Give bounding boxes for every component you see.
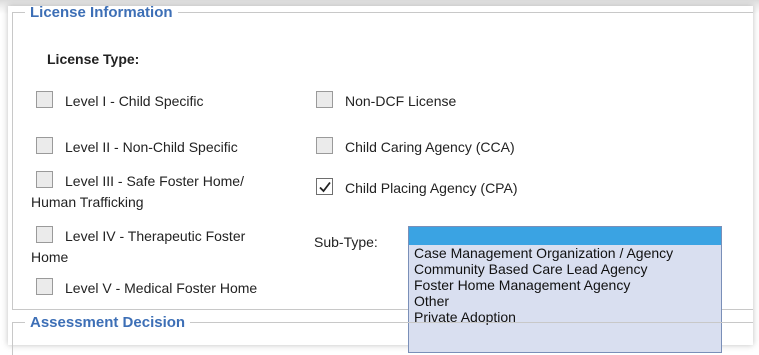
level-3-checkbox[interactable] <box>36 171 53 188</box>
level-5-label: Level V - Medical Foster Home <box>65 280 258 296</box>
subtype-option[interactable]: Community Based Care Lead Agency <box>409 261 721 277</box>
level-2-label: Level II - Non-Child Specific <box>65 139 238 155</box>
assessment-decision-section: Assessment Decision <box>12 314 753 355</box>
non-dcf-license-label: Non-DCF License <box>345 93 457 109</box>
level-5-checkbox[interactable] <box>36 278 53 295</box>
assessment-decision-legend: Assessment Decision <box>30 314 186 331</box>
level-4-checkbox[interactable] <box>36 226 53 243</box>
level-3-label-line2: Human Trafficking <box>31 194 144 210</box>
subtype-option[interactable]: Other <box>409 293 721 309</box>
level-1-checkbox[interactable] <box>36 91 53 108</box>
subtype-option[interactable]: Case Management Organization / Agency <box>409 245 721 261</box>
license-type-label: License Type: <box>47 51 140 67</box>
cca-label: Child Caring Agency (CCA) <box>345 139 515 155</box>
subtype-selected-option[interactable] <box>409 227 721 245</box>
license-information-legend: License Information <box>30 4 173 21</box>
level-2-checkbox[interactable] <box>36 137 53 154</box>
subtype-option[interactable]: Foster Home Management Agency <box>409 277 721 293</box>
cpa-checkbox[interactable] <box>316 178 333 195</box>
cpa-label: Child Placing Agency (CPA) <box>345 180 518 196</box>
level-4-label-line2: Home <box>31 249 69 265</box>
level-3-label-line1: Level III - Safe Foster Home/ <box>65 173 244 189</box>
non-dcf-license-checkbox[interactable] <box>316 91 333 108</box>
cca-checkbox[interactable] <box>316 137 333 154</box>
subtype-label: Sub-Type: <box>314 234 378 250</box>
level-1-label: Level I - Child Specific <box>65 93 204 109</box>
checkmark-icon <box>319 181 331 193</box>
level-4-label-line1: Level IV - Therapeutic Foster <box>65 228 246 244</box>
